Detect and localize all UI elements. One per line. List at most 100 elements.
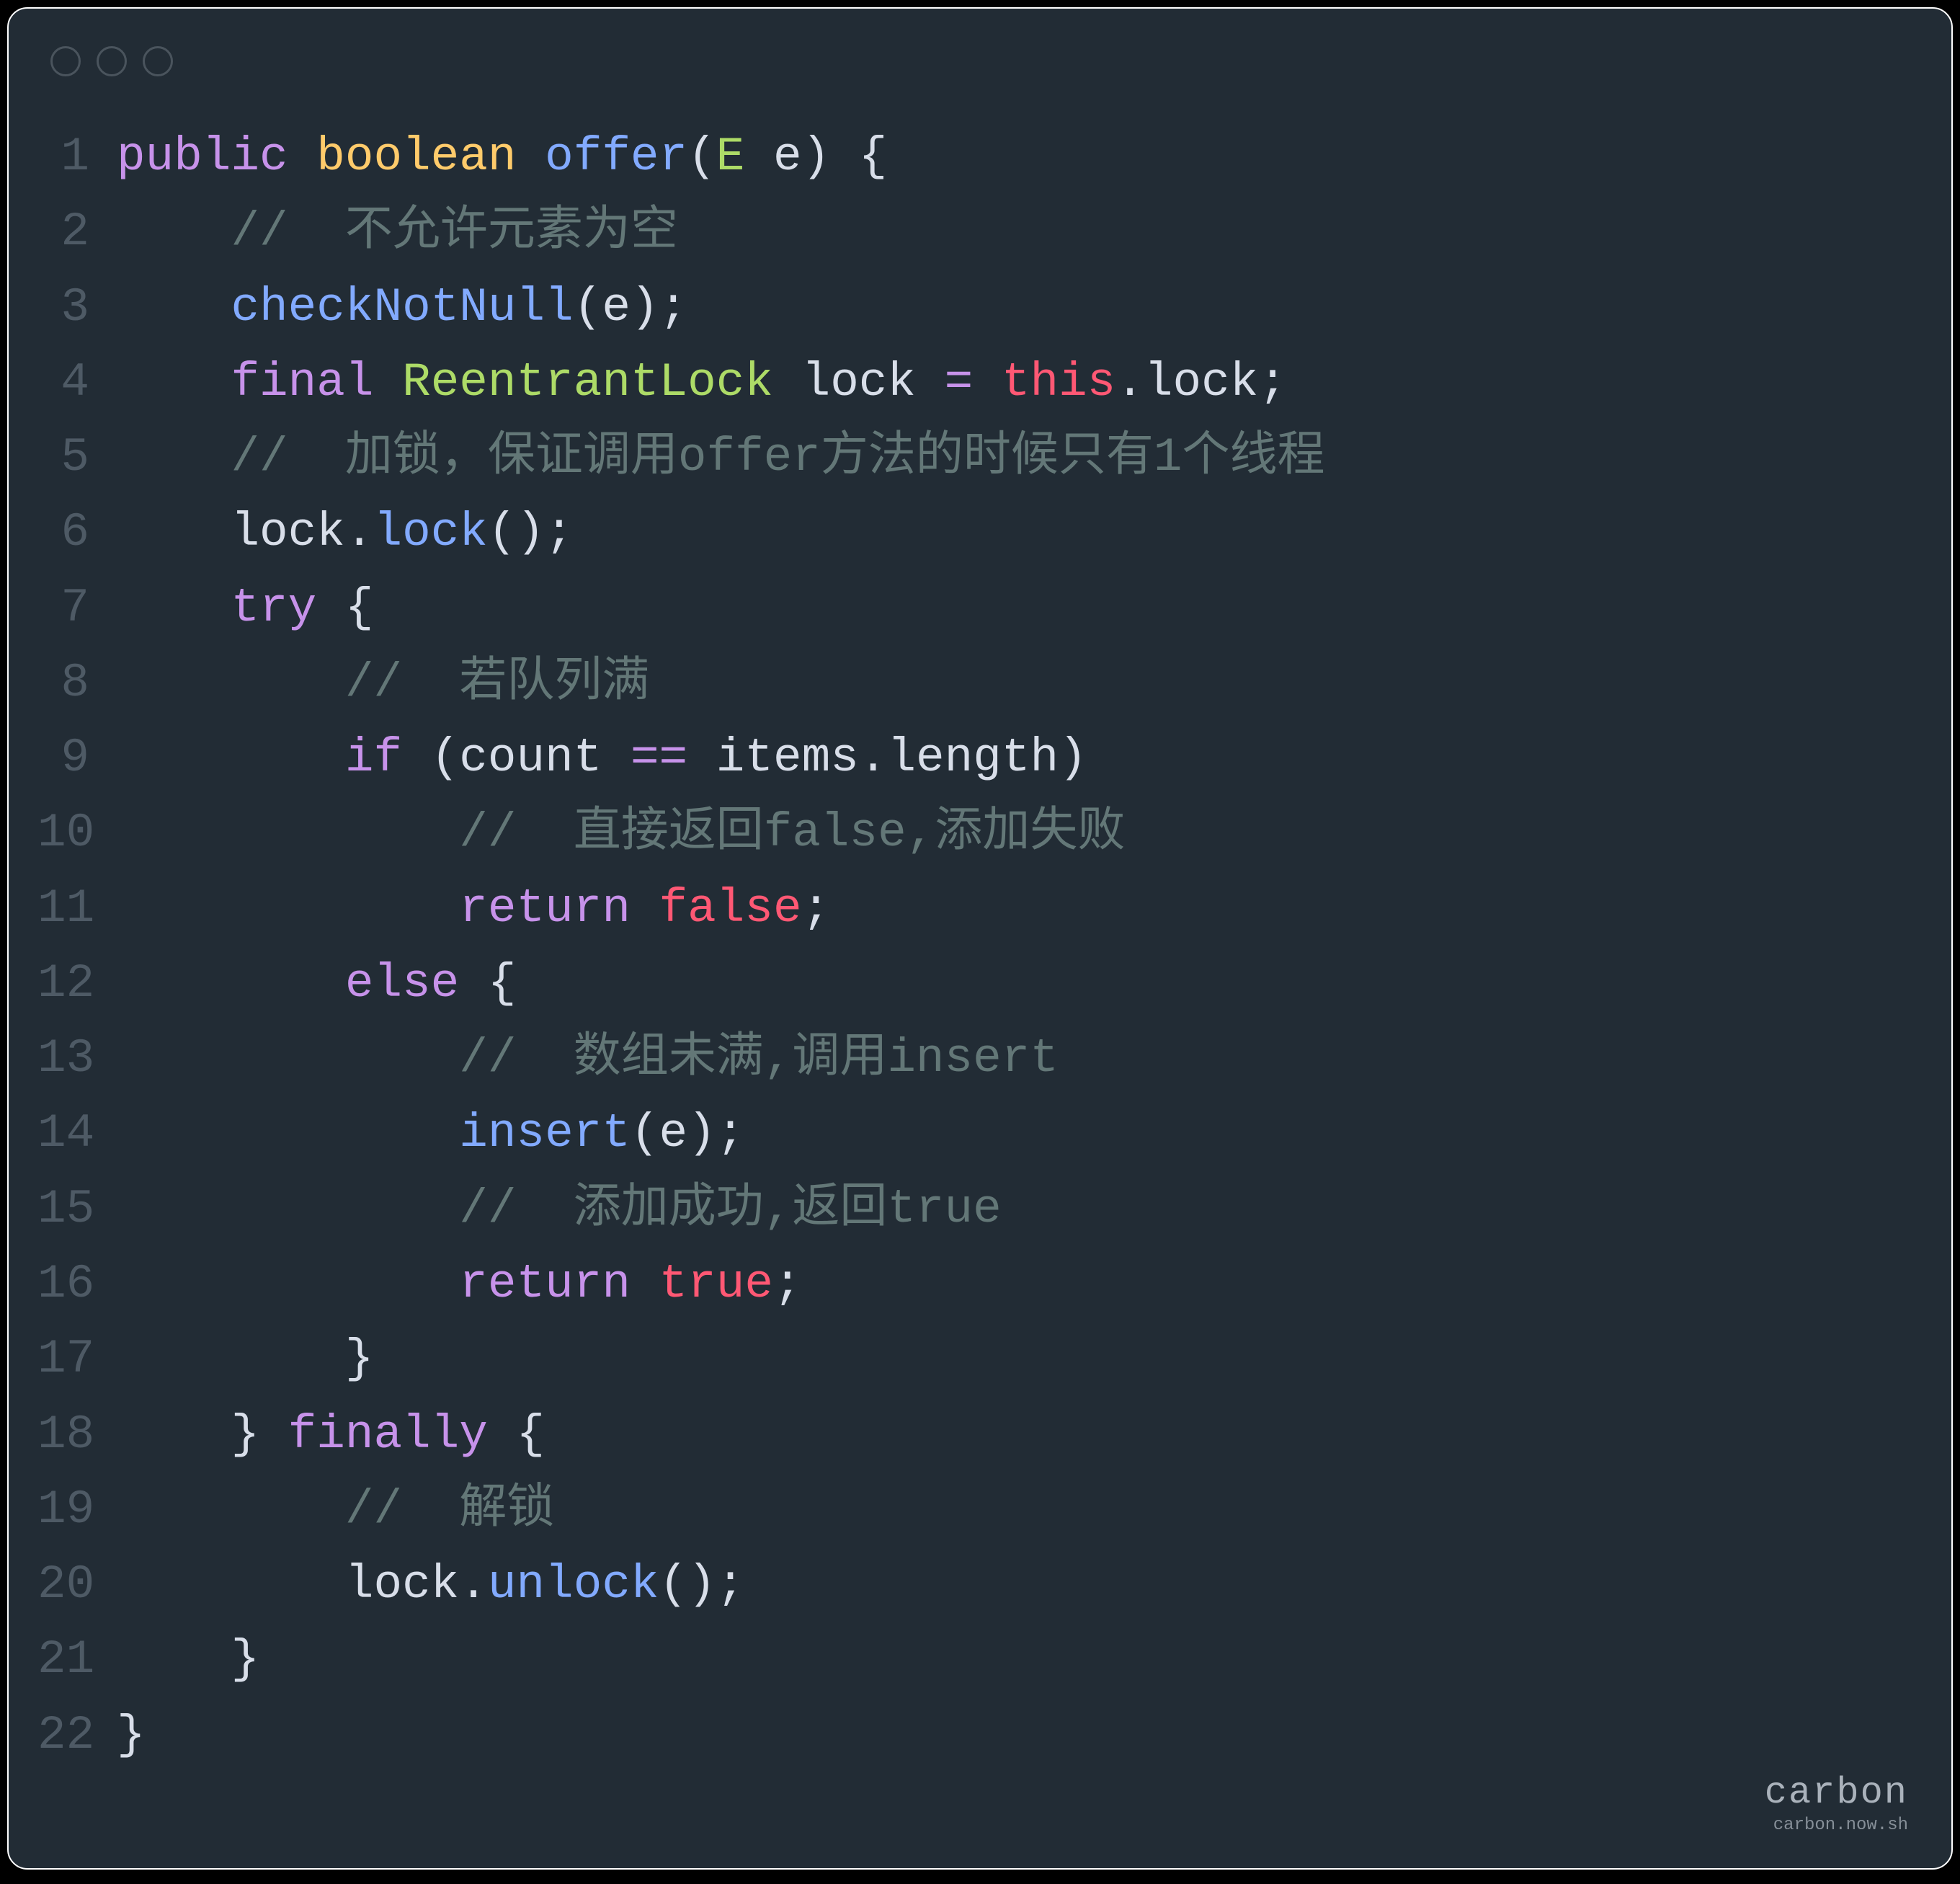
- token: [117, 881, 459, 936]
- token: boolean: [316, 130, 516, 184]
- token: [602, 731, 631, 785]
- token: );: [631, 280, 687, 334]
- token: [117, 1332, 345, 1386]
- token: [117, 1257, 459, 1311]
- token: .: [1115, 355, 1144, 409]
- code-line: 15 // 添加成功,返回true: [37, 1172, 1908, 1247]
- token: if: [345, 731, 402, 785]
- token: [117, 505, 231, 559]
- code-content: final ReentrantLock lock = this.lock;: [117, 345, 1287, 420]
- token: lock: [802, 355, 916, 409]
- token: [117, 731, 345, 785]
- code-editor[interactable]: 1public boolean offer(E e) {2 // 不允许元素为空…: [9, 91, 1951, 1802]
- token: // 加锁，保证调用offer方法的时候只有1个线程: [231, 430, 1324, 484]
- code-content: return true;: [117, 1247, 802, 1322]
- window-titlebar: [9, 9, 1951, 91]
- token: [373, 355, 402, 409]
- token: // 解锁: [345, 1483, 554, 1537]
- line-number: 3: [37, 270, 117, 345]
- minimize-icon[interactable]: [97, 46, 127, 76]
- code-line: 12 else {: [37, 946, 1908, 1021]
- token: }: [117, 1708, 146, 1762]
- maximize-icon[interactable]: [143, 46, 173, 76]
- watermark-brand: carbon: [1765, 1772, 1908, 1814]
- line-number: 20: [37, 1547, 117, 1622]
- code-content: } finally {: [117, 1398, 545, 1472]
- token: .: [459, 1558, 488, 1612]
- code-content: lock.lock();: [117, 495, 574, 570]
- code-content: try {: [117, 571, 373, 646]
- token: offer: [545, 130, 687, 184]
- line-number: 7: [37, 571, 117, 646]
- line-number: 6: [37, 495, 117, 570]
- token: lock: [231, 505, 344, 559]
- token: insert: [459, 1106, 631, 1160]
- token: }: [231, 1632, 259, 1687]
- token: {: [488, 956, 517, 1010]
- token: lock: [345, 1558, 459, 1612]
- token: else: [345, 956, 459, 1010]
- line-number: 12: [37, 946, 117, 1021]
- token: [117, 1031, 459, 1085]
- token: [117, 1558, 345, 1612]
- line-number: 11: [37, 871, 117, 946]
- token: [459, 956, 488, 1010]
- code-line: 5 // 加锁，保证调用offer方法的时候只有1个线程: [37, 420, 1908, 495]
- token: [288, 130, 317, 184]
- token: unlock: [488, 1558, 659, 1612]
- token: ;: [1258, 355, 1287, 409]
- token: [117, 1182, 459, 1236]
- token: }: [231, 1408, 259, 1462]
- token: lock: [1144, 355, 1258, 409]
- token: return: [459, 1257, 631, 1311]
- code-content: // 数组未满,调用insert: [117, 1021, 1059, 1096]
- code-line: 22}: [37, 1698, 1908, 1773]
- line-number: 15: [37, 1172, 117, 1247]
- token: [517, 130, 545, 184]
- token: [117, 205, 231, 259]
- token: [916, 355, 945, 409]
- token: ) {: [802, 130, 888, 184]
- token: {: [517, 1408, 545, 1462]
- token: [117, 656, 345, 710]
- close-icon[interactable]: [50, 46, 81, 76]
- code-content: // 直接返回false,添加失败: [117, 796, 1125, 871]
- code-content: checkNotNull(e);: [117, 270, 687, 345]
- code-line: 3 checkNotNull(e);: [37, 270, 1908, 345]
- token: checkNotNull: [231, 280, 573, 334]
- token: [117, 430, 231, 484]
- code-content: // 加锁，保证调用offer方法的时候只有1个线程: [117, 420, 1325, 495]
- token: {: [345, 581, 374, 635]
- line-number: 10: [37, 796, 117, 871]
- token: [631, 881, 659, 936]
- code-line: 21 }: [37, 1622, 1908, 1697]
- line-number: 22: [37, 1698, 117, 1773]
- line-number: 5: [37, 420, 117, 495]
- code-line: 19 // 解锁: [37, 1472, 1908, 1547]
- code-window: 1public boolean offer(E e) {2 // 不允许元素为空…: [7, 7, 1953, 1870]
- token: // 数组未满,调用insert: [459, 1031, 1059, 1085]
- token: try: [231, 581, 316, 635]
- code-line: 8 // 若队列满: [37, 646, 1908, 721]
- token: (: [687, 130, 716, 184]
- line-number: 17: [37, 1322, 117, 1397]
- token: [744, 130, 773, 184]
- token: items: [716, 731, 859, 785]
- token: return: [459, 881, 631, 936]
- token: (: [574, 280, 602, 334]
- token: // 若队列满: [345, 656, 649, 710]
- token: [117, 355, 231, 409]
- token: finally: [288, 1408, 488, 1462]
- token: );: [687, 1106, 744, 1160]
- code-content: }: [117, 1622, 259, 1697]
- token: [117, 1106, 459, 1160]
- code-line: 1public boolean offer(E e) {: [37, 120, 1908, 195]
- token: ();: [659, 1558, 745, 1612]
- token: public: [117, 130, 288, 184]
- line-number: 19: [37, 1472, 117, 1547]
- line-number: 9: [37, 721, 117, 796]
- line-number: 8: [37, 646, 117, 721]
- line-number: 1: [37, 120, 117, 195]
- code-line: 17 }: [37, 1322, 1908, 1397]
- token: [117, 581, 231, 635]
